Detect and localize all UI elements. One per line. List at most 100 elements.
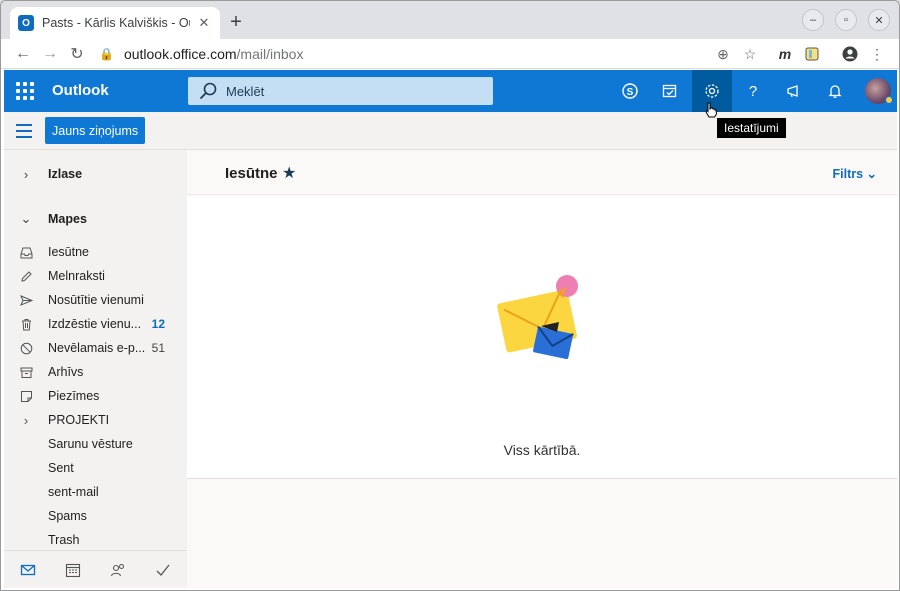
back-button[interactable]: ← — [12, 43, 34, 65]
folder-junk[interactable]: Nevēlamais e-p... 51 — [4, 336, 187, 360]
people-icon — [110, 563, 125, 577]
bell-icon — [828, 85, 842, 98]
send-icon — [4, 294, 48, 307]
maximize-button[interactable]: ▫ — [835, 9, 857, 31]
trash-icon — [4, 318, 48, 331]
archive-icon — [4, 366, 48, 379]
inbox-icon — [4, 246, 48, 259]
megaphone-icon — [787, 85, 798, 98]
folders-group[interactable]: ⌄ Mapes — [4, 207, 187, 231]
folder-conversation-history[interactable]: Sarunu vēsture — [4, 432, 187, 456]
folder-name: Nosūtītie vienumi — [48, 293, 144, 307]
lock-icon: 🔒 — [99, 47, 114, 61]
folder-sent-mail[interactable]: sent-mail — [4, 480, 187, 504]
folder-name: Sarunu vēsture — [48, 437, 133, 451]
folder-archive[interactable]: Arhīvs — [4, 360, 187, 384]
search-input[interactable]: Meklēt — [188, 77, 493, 105]
extension-notes-icon[interactable] — [802, 44, 822, 64]
tab-title: Pasts - Kārlis Kalviškis - Outlook — [42, 16, 190, 30]
favorites-group[interactable]: › Izlase — [4, 162, 187, 186]
outlook-header: Outlook Meklēt S ? — [4, 70, 897, 112]
tasks-app-button[interactable] — [154, 561, 172, 579]
calendar-app-button[interactable] — [64, 561, 82, 579]
folder-trash[interactable]: Trash — [4, 528, 187, 550]
skype-button[interactable]: S — [610, 70, 650, 112]
hamburger-menu-icon[interactable] — [16, 124, 32, 138]
search-icon — [199, 82, 217, 100]
app-launcher-icon[interactable] — [16, 82, 34, 100]
empty-state-message: Viss kārtībā. — [503, 442, 581, 458]
forward-button[interactable]: → — [39, 43, 61, 65]
my-day-button[interactable] — [650, 70, 690, 112]
browser-menu-icon[interactable]: ⋮ — [867, 44, 887, 64]
browser-window: O Pasts - Kārlis Kalviškis - Outlook ✕ +… — [0, 0, 900, 591]
calendar-icon — [65, 563, 81, 578]
folder-name: PROJEKTI — [48, 413, 110, 427]
presence-status-icon — [885, 96, 893, 104]
favorite-star-icon[interactable]: ★ — [282, 163, 296, 183]
people-app-button[interactable] — [109, 561, 127, 579]
help-button[interactable]: ? — [733, 70, 773, 112]
search-placeholder: Meklēt — [226, 83, 265, 99]
folder-count: 12 — [151, 317, 165, 331]
folder-name: Spams — [48, 509, 87, 523]
chevron-right-icon[interactable]: › — [4, 413, 48, 428]
reload-button[interactable]: ↻ — [66, 43, 88, 65]
url-path: /mail/inbox — [236, 46, 304, 62]
message-list-pane: Iesūtne ★ Filtrs ⌄ Viss kārtībā. — [187, 150, 897, 588]
mail-icon — [20, 564, 36, 576]
skype-icon: S — [622, 83, 638, 99]
browser-tab[interactable]: O Pasts - Kārlis Kalviškis - Outlook ✕ — [10, 7, 220, 39]
notifications-button[interactable] — [815, 70, 855, 112]
divider — [187, 478, 897, 479]
whats-new-button[interactable] — [774, 70, 814, 112]
extension-m-icon[interactable]: m — [775, 44, 795, 64]
folders-label: Mapes — [48, 212, 87, 226]
block-icon — [4, 342, 48, 355]
folder-deleted-items[interactable]: Izdzēstie vienu... 12 — [4, 312, 187, 336]
folder-sent-items[interactable]: Nosūtītie vienumi — [4, 288, 187, 312]
tab-strip: O Pasts - Kārlis Kalviškis - Outlook ✕ +… — [1, 1, 899, 39]
folder-count: 51 — [151, 341, 165, 355]
folder-projekti[interactable]: › PROJEKTI — [4, 408, 187, 432]
favorites-label: Izlase — [48, 167, 83, 181]
calendar-check-icon — [662, 84, 677, 98]
settings-tooltip: Iestatījumi — [717, 118, 786, 138]
gear-icon — [705, 84, 719, 98]
mail-app-button[interactable] — [19, 561, 37, 579]
tab-close-icon[interactable]: ✕ — [196, 15, 212, 31]
chevron-down-icon[interactable]: ⌄ — [4, 211, 48, 227]
svg-text:S: S — [627, 87, 634, 98]
url-host: outlook.office.com — [123, 46, 237, 62]
bookmark-star-icon[interactable]: ☆ — [740, 44, 760, 64]
folder-name: Nevēlamais e-p... — [48, 341, 146, 355]
help-icon: ? — [749, 83, 757, 100]
filter-button[interactable]: Filtrs ⌄ — [832, 166, 877, 181]
svg-text:?: ? — [749, 83, 757, 100]
pencil-icon — [4, 270, 48, 283]
folder-pane: › Izlase ⌄ Mapes Iesūtne Melnraksti Nosū… — [4, 150, 187, 550]
message-list-header: Iesūtne ★ Filtrs ⌄ — [187, 150, 897, 195]
empty-state: Viss kārtībā. — [187, 196, 897, 478]
folder-inbox[interactable]: Iesūtne — [4, 240, 187, 264]
chevron-right-icon[interactable]: › — [4, 167, 48, 182]
minimize-button[interactable]: – — [802, 9, 824, 31]
folder-name: Iesūtne — [48, 245, 90, 259]
note-icon — [4, 390, 48, 403]
folder-sent[interactable]: Sent — [4, 456, 187, 480]
new-message-button[interactable]: Jauns ziņojums — [45, 117, 146, 144]
folder-name: Arhīvs — [48, 365, 84, 379]
folder-drafts[interactable]: Melnraksti — [4, 264, 187, 288]
address-bar[interactable]: 🔒 outlook.office.com/mail/inbox — [99, 42, 639, 66]
folder-name: sent-mail — [48, 485, 99, 499]
install-app-icon[interactable]: ⊕ — [713, 44, 733, 64]
new-tab-button[interactable]: + — [225, 11, 247, 33]
close-window-button[interactable]: ✕ — [868, 9, 890, 31]
outlook-favicon-icon: O — [18, 15, 34, 31]
folder-name: Piezīmes — [48, 389, 100, 403]
app-name[interactable]: Outlook — [52, 82, 109, 99]
envelopes-illustration-icon — [497, 275, 578, 360]
folder-notes[interactable]: Piezīmes — [4, 384, 187, 408]
folder-spams[interactable]: Spams — [4, 504, 187, 528]
profile-icon[interactable] — [840, 44, 860, 64]
